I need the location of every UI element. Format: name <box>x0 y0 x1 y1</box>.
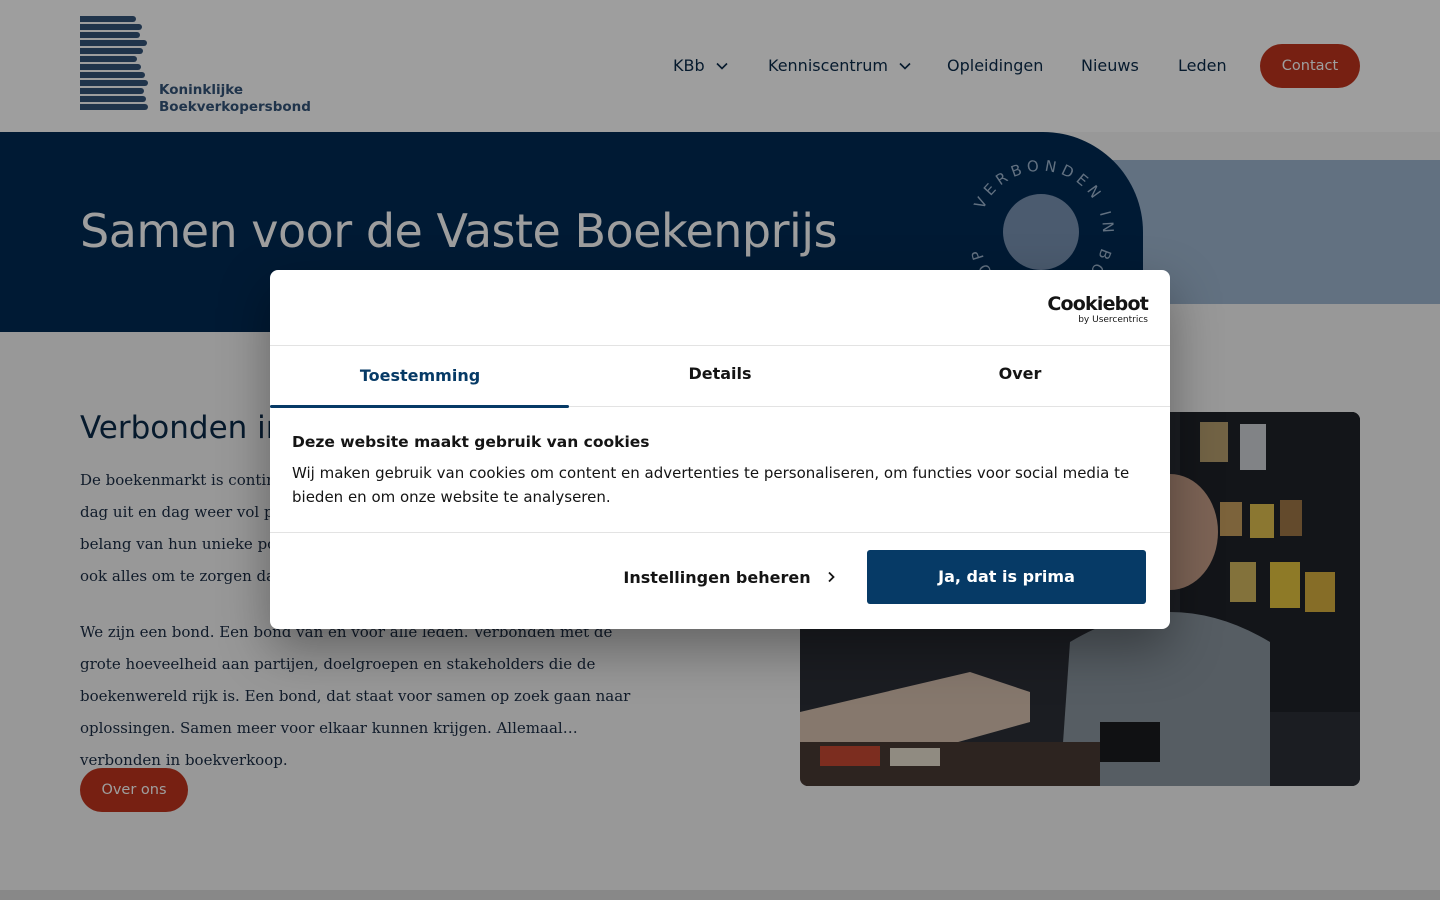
cookie-tabs: Toestemming Details Over <box>270 345 1170 408</box>
tab-toestemming[interactable]: Toestemming <box>270 346 570 408</box>
cookiebot-logo: Cookiebot by Usercentrics <box>1047 293 1148 325</box>
manage-settings-button[interactable]: Instellingen beheren <box>600 550 860 604</box>
tab-over[interactable]: Over <box>870 346 1170 407</box>
cookie-dialog-title: Deze website maakt gebruik van cookies <box>292 433 650 451</box>
dialog-divider <box>270 532 1170 533</box>
accept-cookies-button[interactable]: Ja, dat is prima <box>867 550 1146 604</box>
tab-details[interactable]: Details <box>570 346 870 407</box>
cookie-dialog-body: Wij maken gebruik van cookies om content… <box>292 464 1130 506</box>
cookie-consent-dialog: Cookiebot by Usercentrics Toestemming De… <box>270 270 1170 629</box>
chevron-right-icon <box>827 571 835 583</box>
